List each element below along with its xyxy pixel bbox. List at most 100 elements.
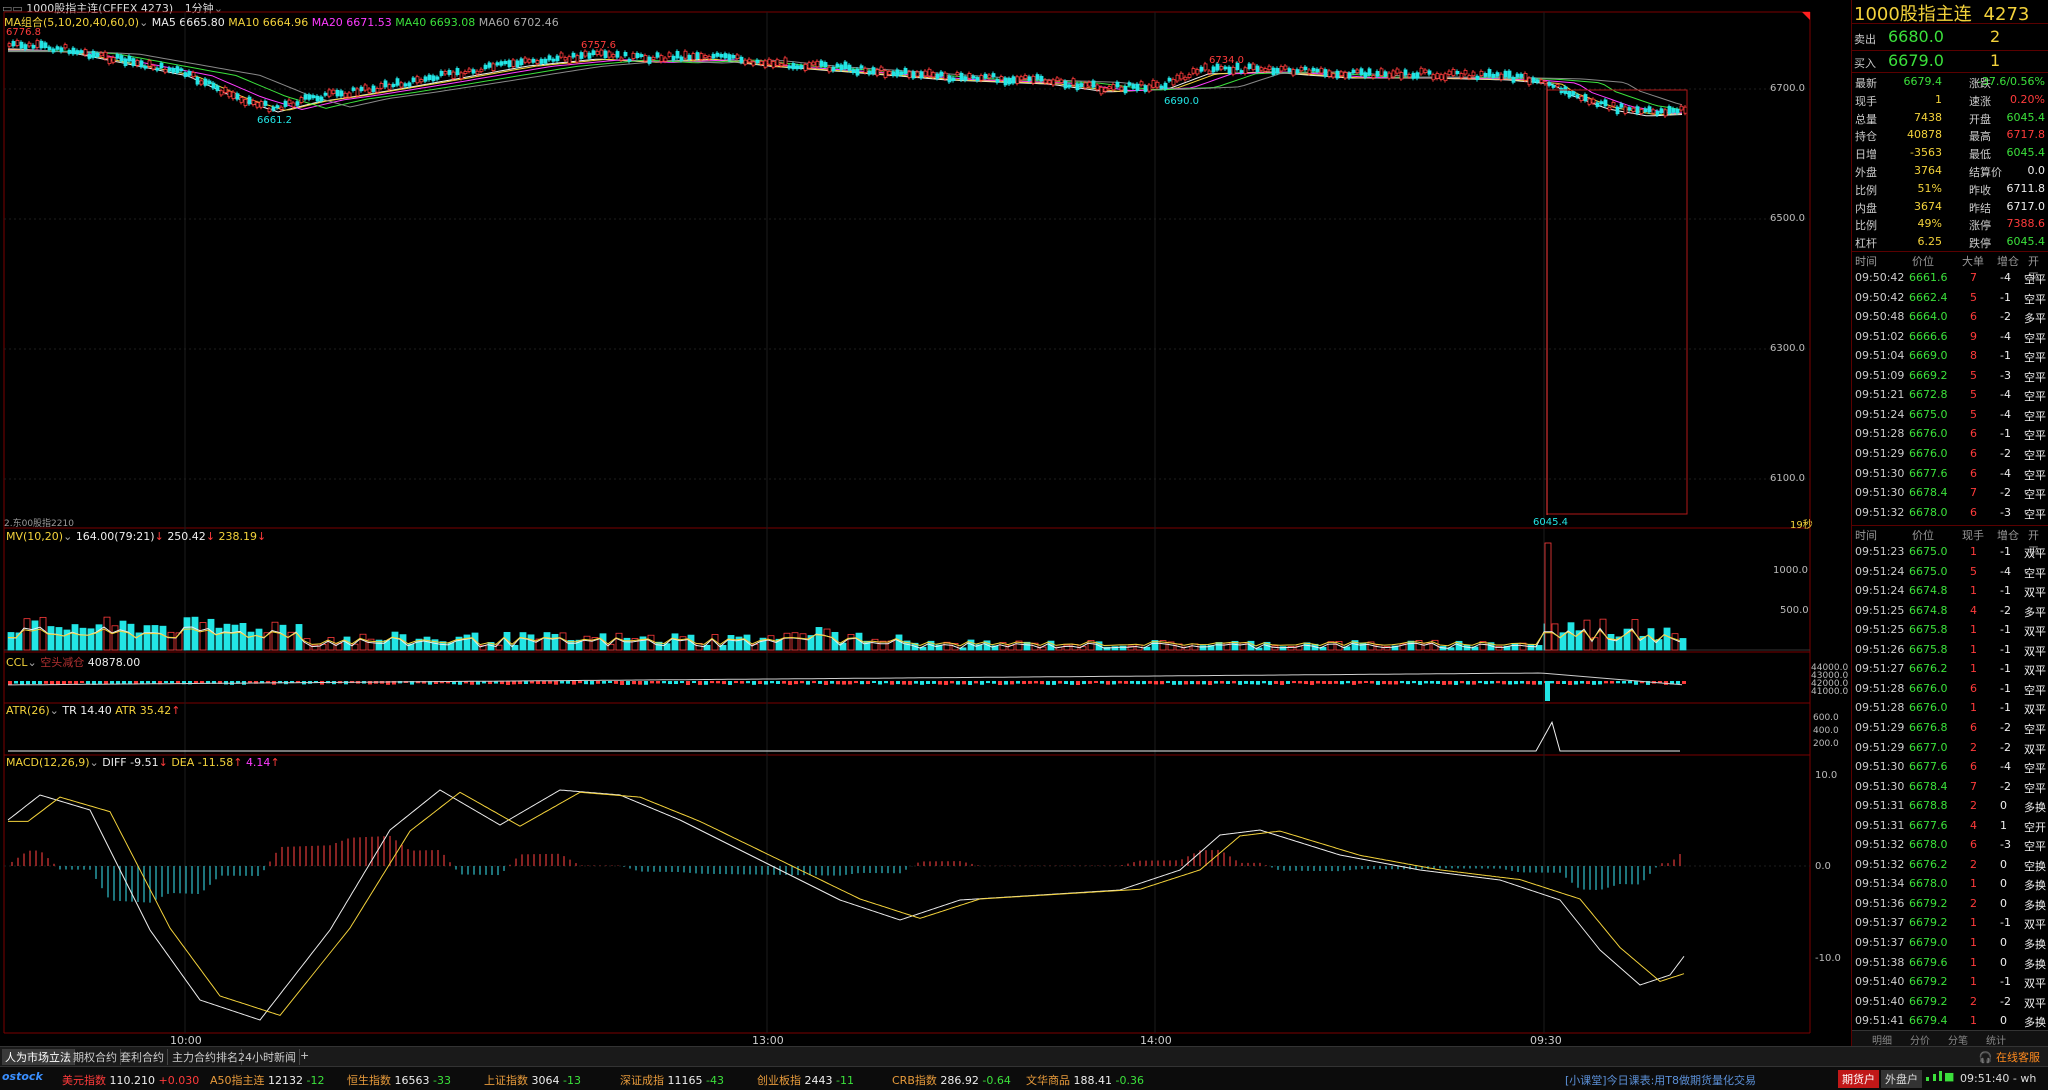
tab-ranking[interactable]: 主力合约排名 [169,1049,242,1065]
tick-row[interactable]: 09:50:48 6664.0 6 -2 多平 [1852,307,2048,327]
tick-row[interactable]: 09:51:32 6678.0 6 -3 空平 [1852,503,2048,523]
stat-label: 最低 [1969,148,1991,162]
tick-row[interactable]: 09:51:32 6676.2 2 0 空换 [1852,855,2048,875]
oi-bar [1130,681,1134,684]
oi-bar [1460,681,1464,684]
tick-row[interactable]: 09:51:28 6676.0 1 -1 双平 [1852,698,2048,718]
tick-row[interactable]: 09:50:42 6661.6 7 -4 空平 [1852,268,2048,288]
tick-row[interactable]: 09:51:29 6676.8 6 -2 空平 [1852,718,2048,738]
tab-options[interactable]: 期权合约 [70,1049,121,1065]
tick-row[interactable]: 09:51:34 6678.0 1 0 多换 [1852,874,2048,894]
oi-bar [1088,681,1092,684]
tick-row[interactable]: 09:51:40 6679.2 1 -1 双平 [1852,972,2048,992]
macd-legend-name[interactable]: MACD(12,26,9) [6,756,90,769]
tick-row[interactable]: 09:51:23 6675.0 1 -1 双平 [1852,542,2048,562]
tick-row[interactable]: 09:51:27 6676.2 1 -1 双平 [1852,659,2048,679]
tick-row[interactable]: 09:51:36 6679.2 2 0 多换 [1852,894,2048,914]
tick-row[interactable]: 09:51:09 6669.2 5 -3 空平 [1852,366,2048,386]
tick-row[interactable]: 09:51:30 6677.6 6 -4 空平 [1852,464,2048,484]
tab-tick[interactable]: 分笔 [1948,1032,1968,1047]
tick-row[interactable]: 09:51:25 6675.8 1 -1 双平 [1852,620,2048,640]
tick-row[interactable]: 09:51:26 6675.8 1 -1 双平 [1852,640,2048,660]
candle [87,53,92,59]
ask-row[interactable]: 卖出 6680.0 2 [1854,27,2048,49]
tab-arbitrage[interactable]: 套利合约 [117,1049,168,1065]
tab-news[interactable]: 24小时新闻 [235,1049,300,1065]
candle [647,56,652,64]
candle [123,58,128,67]
tab-market[interactable]: 人为市场立法 [2,1049,75,1065]
tick-volume: 8 [1970,349,1977,363]
volume-bar [383,640,391,651]
tick-row[interactable]: 09:51:32 6678.0 6 -3 空平 [1852,835,2048,855]
chart-area[interactable]: ▭▭ 1000股指主连(CFFEX 4273) 1分钟⌄ MA组合(5,10,2… [0,0,1848,1047]
candle [1587,98,1592,105]
index-ticker[interactable]: 深证成指 11165 -43 [620,1072,724,1088]
tick-row[interactable]: 09:51:40 6679.2 2 -2 双平 [1852,992,2048,1012]
tick-row[interactable]: 09:51:37 6679.2 1 -1 双平 [1852,913,2048,933]
tick-oi-change: -1 [2000,584,2011,598]
customer-service-button[interactable]: 🎧 在线客服 [1979,1049,2040,1065]
tick-row[interactable]: 09:51:24 6674.8 1 -1 双平 [1852,581,2048,601]
tick-row[interactable]: 09:51:21 6672.8 5 -4 空平 [1852,385,2048,405]
macd-axis-label: -10.0 [1815,953,1841,964]
tick-row[interactable]: 09:51:29 6677.0 2 -2 双平 [1852,738,2048,758]
annotation-high-left: 6776.8 [6,27,41,38]
tick-row[interactable]: 09:51:28 6676.0 6 -1 空平 [1852,679,2048,699]
tick-open-close: 双平 [2024,977,2046,991]
tick-open-close: 多换 [2024,898,2046,912]
candle [427,74,432,81]
tick-row[interactable]: 09:51:04 6669.0 8 -1 空平 [1852,346,2048,366]
candle [1019,76,1024,81]
atr-legend-name[interactable]: ATR(26) [6,704,50,717]
candle [1499,73,1504,80]
tick-oi-change: -4 [2000,564,2011,578]
candle [843,61,848,70]
futures-account-button[interactable]: 期货户 [1838,1070,1879,1088]
oi-bar [1592,681,1596,685]
volume-bar [527,634,535,651]
tick-row[interactable]: 09:51:02 6666.6 9 -4 空平 [1852,327,2048,347]
tab-stats[interactable]: 统计 [1986,1032,2006,1047]
candle [883,70,888,78]
oi-bar [1220,681,1224,684]
news-ticker[interactable]: [小课堂]今日课表:用T8做期货量化交易 [1565,1072,1756,1088]
index-ticker[interactable]: 上证指数 3064 -13 [484,1072,581,1088]
tick-row[interactable]: 09:51:24 6675.0 5 -4 空平 [1852,405,2048,425]
index-ticker[interactable]: 文华商品 188.41 -0.36 [1026,1072,1144,1088]
tick-row[interactable]: 09:51:28 6676.0 6 -1 空平 [1852,424,2048,444]
index-ticker[interactable]: 美元指数 110.210 +0.030 [62,1072,199,1088]
tick-row[interactable]: 09:50:42 6662.4 5 -1 空平 [1852,288,2048,308]
oi-legend-name[interactable]: CCL [6,656,28,669]
tick-row[interactable]: 09:51:31 6678.8 2 0 多换 [1852,796,2048,816]
candle [455,68,460,76]
candle [591,50,596,56]
index-ticker[interactable]: A50指主连 12132 -12 [210,1072,325,1088]
index-ticker[interactable]: CRB指数 286.92 -0.64 [892,1072,1011,1088]
volume-legend-name[interactable]: MV(10,20) [6,530,63,543]
candle [1139,81,1144,86]
index-ticker[interactable]: 创业板指 2443 -11 [757,1072,854,1088]
tab-detail[interactable]: 明细 [1872,1032,1892,1047]
overseas-account-button[interactable]: 外盘户 [1881,1070,1922,1088]
bid-row[interactable]: 买入 6679.0 1 [1854,50,2048,72]
oi-bar [1106,681,1110,685]
tick-row[interactable]: 09:51:41 6679.4 1 0 多换 [1852,1011,2048,1031]
tick-row[interactable]: 09:51:30 6678.4 7 -2 空平 [1852,777,2048,797]
add-tab-button[interactable]: + [297,1049,312,1065]
volume-axis-label: 1000.0 [1773,565,1808,576]
tick-time: 09:50:42 [1855,271,1905,284]
volume-bar [151,625,159,651]
candle [551,58,556,62]
tick-row[interactable]: 09:51:31 6677.6 4 1 空开 [1852,816,2048,836]
index-ticker[interactable]: 恒生指数 16563 -33 [347,1072,451,1088]
tick-row[interactable]: 09:51:38 6679.6 1 0 多换 [1852,953,2048,973]
tick-row[interactable]: 09:51:37 6679.0 1 0 多换 [1852,933,2048,953]
tick-row[interactable]: 09:51:24 6675.0 5 -4 空平 [1852,562,2048,582]
tick-row[interactable]: 09:51:25 6674.8 4 -2 多平 [1852,601,2048,621]
candle [1131,84,1136,89]
tab-price-dist[interactable]: 分价 [1910,1032,1930,1047]
tick-row[interactable]: 09:51:30 6677.6 6 -4 空平 [1852,757,2048,777]
tick-row[interactable]: 09:51:29 6676.0 6 -2 空平 [1852,444,2048,464]
tick-row[interactable]: 09:51:30 6678.4 7 -2 空平 [1852,483,2048,503]
